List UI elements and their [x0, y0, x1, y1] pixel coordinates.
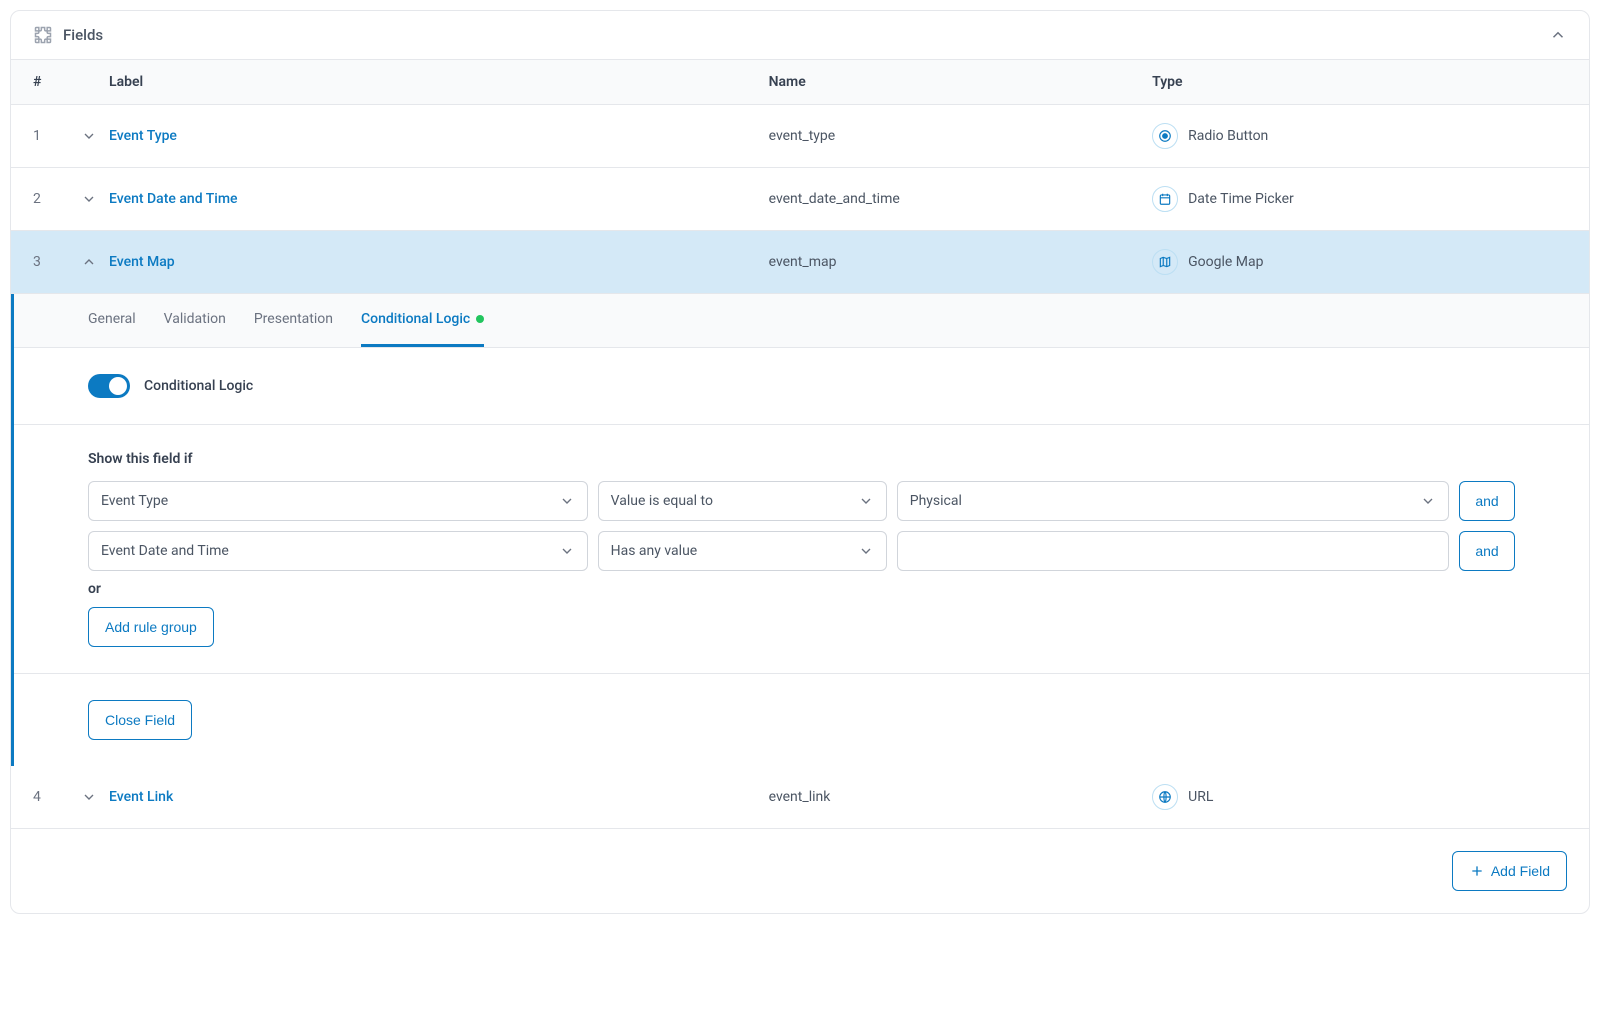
panel-collapse-icon[interactable] [1549, 26, 1567, 44]
row-label[interactable]: Event Type [109, 128, 769, 144]
panel-footer: Add Field [11, 829, 1589, 913]
chevron-down-icon [559, 493, 575, 509]
row-type-label: Radio Button [1188, 128, 1268, 144]
rule-operator-value: Value is equal to [611, 493, 713, 509]
col-header-num: # [33, 74, 81, 90]
row-label[interactable]: Event Map [109, 254, 769, 270]
rule-field-value: Event Date and Time [101, 543, 229, 559]
add-field-label: Add Field [1491, 863, 1550, 879]
row-number: 2 [33, 191, 81, 207]
chevron-down-icon [858, 543, 874, 559]
add-field-button[interactable]: Add Field [1452, 851, 1567, 891]
rule-value: Physical [910, 493, 962, 509]
row-name: event_link [769, 789, 1153, 805]
row-type-label: Google Map [1188, 254, 1263, 270]
map-icon [1152, 249, 1178, 275]
plus-icon [1469, 863, 1485, 879]
field-detail-panel: General Validation Presentation Conditio… [11, 294, 1589, 766]
row-type: Google Map [1152, 249, 1567, 275]
tab-validation[interactable]: Validation [164, 294, 226, 347]
rule-operator-value: Has any value [611, 543, 698, 559]
and-button[interactable]: and [1459, 531, 1515, 571]
rule-value-select[interactable]: Physical [897, 481, 1449, 521]
rule-field-select[interactable]: Event Type [88, 481, 588, 521]
tab-presentation[interactable]: Presentation [254, 294, 333, 347]
tab-conditional-label: Conditional Logic [361, 311, 470, 327]
row-type-label: URL [1188, 789, 1213, 805]
columns-header: # Label Name Type [11, 60, 1589, 105]
close-section: Close Field [14, 674, 1589, 766]
col-header-name: Name [769, 74, 1153, 90]
rule-field-select[interactable]: Event Date and Time [88, 531, 588, 571]
rule-operator-select[interactable]: Has any value [598, 531, 887, 571]
close-field-button[interactable]: Close Field [88, 700, 192, 740]
rule-operator-select[interactable]: Value is equal to [598, 481, 887, 521]
row-name: event_date_and_time [769, 191, 1153, 207]
conditional-logic-toggle[interactable] [88, 374, 130, 398]
radio-icon [1152, 123, 1178, 149]
field-row[interactable]: 2 Event Date and Time event_date_and_tim… [11, 168, 1589, 231]
calendar-icon [1152, 186, 1178, 212]
and-button[interactable]: and [1459, 481, 1515, 521]
row-type: Date Time Picker [1152, 186, 1567, 212]
collapse-icon[interactable] [81, 254, 109, 270]
row-type: Radio Button [1152, 123, 1567, 149]
row-number: 3 [33, 254, 81, 270]
row-number: 4 [33, 789, 81, 805]
expand-icon[interactable] [81, 789, 109, 805]
row-name: event_type [769, 128, 1153, 144]
rule-row: Event Type Value is equal to Physical an… [88, 481, 1515, 521]
row-label[interactable]: Event Link [109, 789, 769, 805]
tab-conditional-logic[interactable]: Conditional Logic [361, 294, 484, 347]
active-dot-icon [476, 315, 484, 323]
rule-row: Event Date and Time Has any value and [88, 531, 1515, 571]
or-label: or [88, 581, 1515, 597]
rule-field-value: Event Type [101, 493, 168, 509]
chevron-down-icon [559, 543, 575, 559]
col-header-label: Label [109, 74, 769, 90]
row-type: URL [1152, 784, 1567, 810]
add-rule-group-button[interactable]: Add rule group [88, 607, 214, 647]
detail-tabs: General Validation Presentation Conditio… [14, 294, 1589, 348]
toggle-section: Conditional Logic [14, 348, 1589, 425]
field-row[interactable]: 4 Event Link event_link URL [11, 766, 1589, 829]
puzzle-icon [33, 25, 53, 45]
expand-icon[interactable] [81, 128, 109, 144]
row-label[interactable]: Event Date and Time [109, 191, 769, 207]
tab-general[interactable]: General [88, 294, 136, 347]
col-header-type: Type [1152, 74, 1567, 90]
row-name: event_map [769, 254, 1153, 270]
toggle-label: Conditional Logic [144, 378, 253, 394]
show-if-label: Show this field if [88, 451, 1515, 467]
rule-value-input[interactable] [897, 531, 1449, 571]
field-row-selected[interactable]: 3 Event Map event_map Google Map [11, 231, 1589, 294]
row-type-label: Date Time Picker [1188, 191, 1294, 207]
rules-section: Show this field if Event Type Value is e… [14, 425, 1589, 674]
fields-panel: Fields # Label Name Type 1 Event Type ev… [10, 10, 1590, 914]
row-number: 1 [33, 128, 81, 144]
panel-header: Fields [11, 11, 1589, 60]
expand-icon[interactable] [81, 191, 109, 207]
chevron-down-icon [858, 493, 874, 509]
panel-title: Fields [63, 26, 103, 44]
field-row[interactable]: 1 Event Type event_type Radio Button [11, 105, 1589, 168]
chevron-down-icon [1420, 493, 1436, 509]
globe-icon [1152, 784, 1178, 810]
